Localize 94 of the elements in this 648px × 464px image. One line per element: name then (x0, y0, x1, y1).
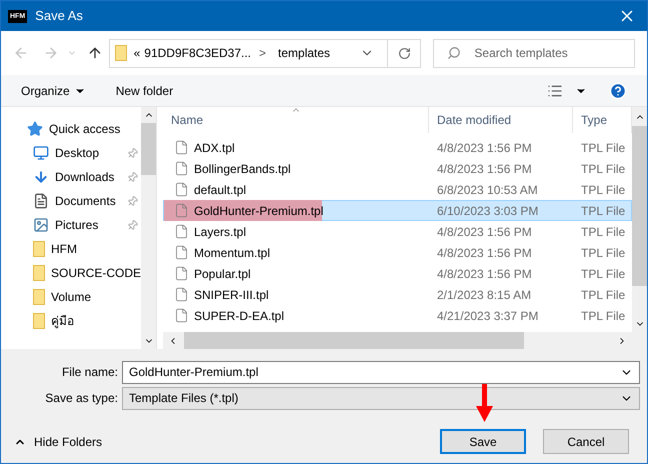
date-cell-text: 6/10/2023 3:03 PM (436, 202, 540, 220)
date-cell-text: 4/21/2023 3:37 PM (436, 308, 540, 324)
up-icon[interactable] (86, 45, 103, 61)
toolbar-button[interactable]: Organize (21, 82, 86, 100)
scroll-thumb[interactable] (184, 332, 524, 349)
sidebar-item[interactable]: SOURCE-CODE (33, 261, 142, 285)
window-title: Save As (35, 7, 83, 26)
file-row[interactable]: SUPER-D-EA.tpl 4/21/2023 3:37 PM TPL File (163, 305, 632, 326)
sidebar-item[interactable]: Downloads (33, 165, 142, 189)
horizontal-scrollbar[interactable] (163, 332, 647, 349)
file-row[interactable]: ADX.tpl 4/8/2023 1:56 PM TPL File (163, 137, 632, 158)
folder-icon (33, 265, 45, 281)
sidebar-item[interactable]: HFM (33, 237, 142, 261)
file-name: GoldHunter-Premium.tpl (164, 200, 322, 221)
file-row[interactable]: SNIPER-III.tpl 2/1/2023 8:15 AM TPL File (163, 284, 632, 305)
scrollbar[interactable] (141, 107, 156, 349)
dialog-button[interactable]: Save (440, 429, 526, 454)
date-cell-text: 4/8/2023 1:56 PM (436, 244, 533, 262)
file-icon (174, 308, 189, 323)
hide-folders-button[interactable]: Hide Folders (14, 432, 102, 450)
folder-icon (33, 313, 45, 329)
file-icon (174, 203, 189, 218)
scrollbar[interactable] (632, 107, 647, 332)
picture-icon (33, 217, 49, 233)
file-icon (174, 266, 189, 281)
folder-icon (114, 45, 127, 61)
sidebar-item[interactable]: คู่มือ (33, 309, 142, 333)
sidebar-item[interactable]: Desktop (33, 141, 142, 165)
file-icon (174, 182, 189, 197)
file-type-dropdown[interactable]: Template Files (*.tpl) (122, 386, 640, 410)
sidebar-item[interactable]: Documents (33, 189, 142, 213)
file-name: SUPER-D-EA.tpl (164, 305, 322, 326)
scroll-thumb[interactable] (632, 126, 647, 286)
sidebar-item[interactable]: Pictures (33, 213, 142, 237)
view-icon[interactable] (547, 82, 563, 98)
path-segment[interactable]: templates (278, 44, 330, 62)
dialog-button[interactable]: Cancel (543, 429, 629, 454)
file-name: Momentum.tpl (164, 242, 322, 263)
type-cell-text: TPL File (580, 202, 626, 220)
help-icon[interactable] (609, 82, 627, 100)
type-cell-text: TPL File (580, 286, 626, 304)
search-field[interactable]: Search templates (433, 38, 635, 68)
path-separator: > (259, 45, 266, 62)
file-name-field[interactable]: GoldHunter-Premium.tpl (122, 360, 640, 384)
date-cell-text: 4/8/2023 1:56 PM (436, 160, 533, 178)
file-icon (174, 245, 189, 260)
file-name: default.tpl (164, 179, 322, 200)
star-icon (27, 121, 43, 137)
monitor-icon (33, 145, 49, 161)
sidebar-item[interactable]: Quick access (27, 117, 142, 141)
sidebar-item[interactable]: Volume (33, 285, 142, 309)
download-icon (33, 169, 49, 185)
pointer-arrow (476, 384, 493, 422)
date-cell-text: 4/8/2023 1:56 PM (436, 140, 533, 156)
file-row[interactable]: Momentum.tpl 4/8/2023 1:56 PM TPL File (163, 242, 632, 263)
file-icon (174, 140, 189, 155)
type-cell-text: TPL File (580, 182, 626, 198)
document-icon (33, 193, 49, 209)
file-name: Popular.tpl (164, 263, 322, 284)
date-cell-text: 2/1/2023 8:15 AM (436, 286, 532, 304)
toolbar-button[interactable]: New folder (116, 82, 174, 100)
date-cell-text: 6/8/2023 10:53 AM (436, 182, 539, 198)
type-cell-text: TPL File (580, 140, 626, 156)
file-row[interactable]: default.tpl 6/8/2023 10:53 AM TPL File (163, 179, 632, 200)
file-row[interactable]: GoldHunter-Premium.tpl 6/10/2023 3:03 PM TPL File (163, 200, 632, 221)
file-name: BollingerBands.tpl (164, 158, 322, 179)
refresh-icon (398, 46, 411, 60)
folder-icon (33, 241, 45, 257)
search-icon (447, 46, 462, 60)
field-label: File name: (60, 364, 119, 381)
type-cell-text: TPL File (580, 266, 626, 282)
file-name: Layers.tpl (164, 221, 322, 242)
folder-icon (33, 289, 45, 305)
date-cell-text: 4/8/2023 1:56 PM (436, 224, 533, 240)
column-header[interactable]: Date modified (429, 107, 573, 133)
file-row[interactable]: Popular.tpl 4/8/2023 1:56 PM TPL File (163, 263, 632, 284)
file-icon (174, 161, 189, 176)
field-label: Save as type: (44, 390, 119, 407)
column-header[interactable]: Name (163, 107, 429, 133)
scroll-thumb[interactable] (141, 123, 156, 175)
type-cell-text: TPL File (580, 224, 626, 240)
type-cell-text: TPL File (580, 244, 626, 262)
file-row[interactable]: Layers.tpl 4/8/2023 1:56 PM TPL File (163, 221, 632, 242)
file-name: SNIPER-III.tpl (164, 284, 322, 305)
path-segment[interactable]: 91DD9F8C3ED37... (144, 44, 252, 62)
type-cell-text: TPL File (580, 308, 626, 324)
file-icon (174, 287, 189, 302)
type-cell-text: TPL File (580, 160, 626, 178)
address-bar[interactable]: « 91DD9F8C3ED37... > templates (108, 38, 422, 68)
file-icon (174, 224, 189, 239)
date-cell-text: 4/8/2023 1:56 PM (436, 266, 533, 282)
file-row[interactable]: BollingerBands.tpl 4/8/2023 1:56 PM TPL File (163, 158, 632, 179)
overflow-chevrons[interactable]: « (134, 44, 140, 62)
file-name: ADX.tpl (164, 137, 322, 158)
